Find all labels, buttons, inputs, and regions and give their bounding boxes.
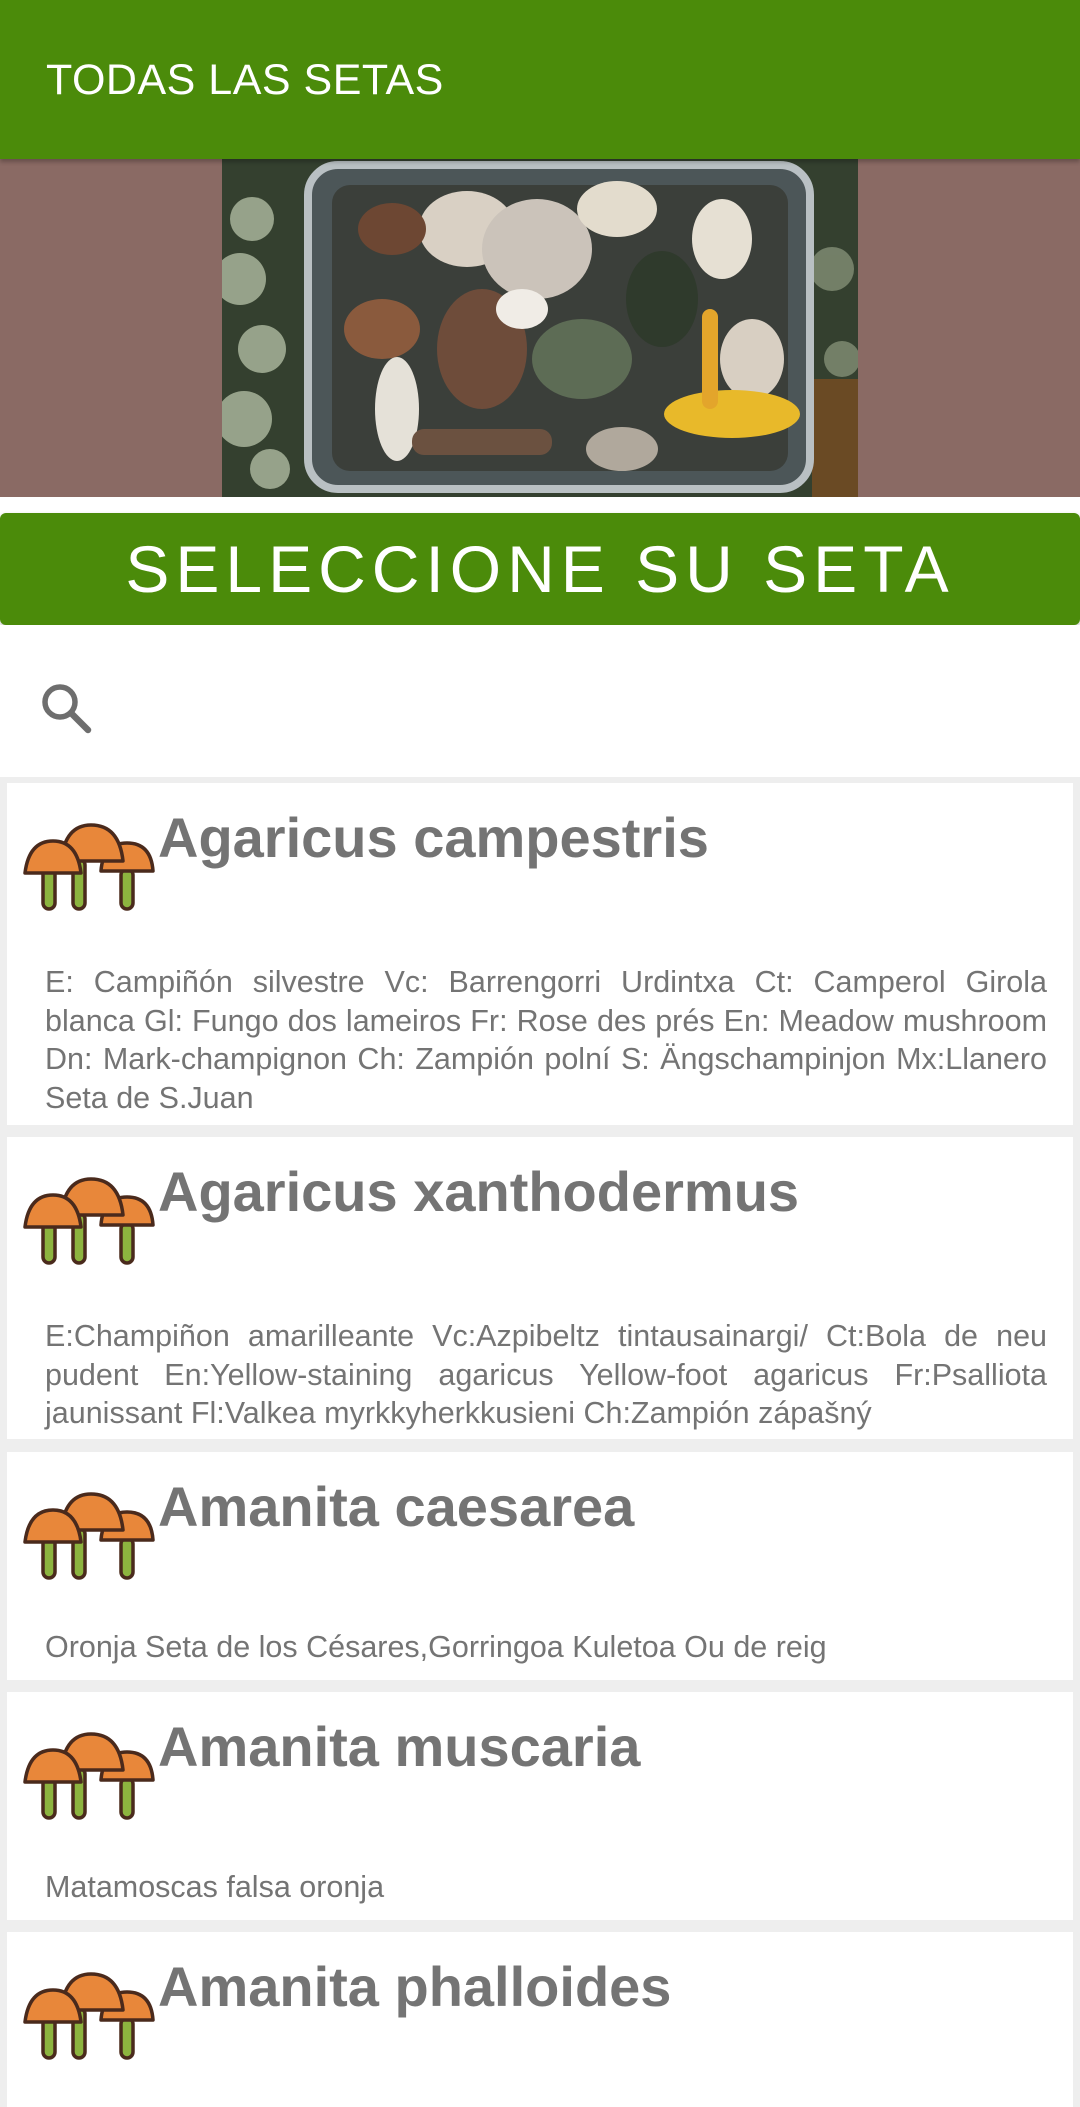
list-item[interactable]: Agaricus xanthodermus E:Champiñon amaril… bbox=[7, 1137, 1073, 1439]
mushroom-list[interactable]: Agaricus campestris E: Campiñón silvestr… bbox=[0, 777, 1080, 2107]
mushroom-name: Agaricus campestris bbox=[158, 806, 709, 869]
list-item[interactable]: Amanita caesarea Oronja Seta de los Césa… bbox=[7, 1452, 1073, 1680]
mushroom-common-names: E: Campiñón silvestre Vc: Barrengorri Ur… bbox=[45, 965, 1047, 1115]
mushroom-icon bbox=[23, 1732, 155, 1820]
mushroom-name: Agaricus xanthodermus bbox=[158, 1160, 800, 1223]
search-input[interactable] bbox=[120, 670, 1044, 742]
list-item[interactable]: Amanita phalloides bbox=[7, 1932, 1073, 2107]
app-toolbar: TODAS LAS SETAS bbox=[0, 0, 1080, 159]
mushroom-icon bbox=[23, 1492, 155, 1580]
search-icon[interactable] bbox=[38, 680, 94, 736]
select-mushroom-label: SELECCIONE SU SETA bbox=[125, 532, 955, 606]
mushrooms-photo bbox=[222, 159, 858, 497]
mushroom-common-names: E:Champiñon amarilleante Vc:Azpibeltz ti… bbox=[45, 1319, 1047, 1430]
mushroom-icon bbox=[23, 1177, 155, 1265]
mushroom-name: Amanita muscaria bbox=[158, 1715, 641, 1778]
list-item[interactable]: Agaricus campestris E: Campiñón silvestr… bbox=[7, 783, 1073, 1125]
mushroom-name: Amanita phalloides bbox=[158, 1955, 672, 2018]
mushroom-common-names: Oronja Seta de los Césares,Gorringoa Kul… bbox=[45, 1630, 827, 1664]
mushroom-icon bbox=[23, 1972, 155, 2060]
app-screen: TODAS LAS SETAS SELECCIONE SU SETA Agari… bbox=[0, 0, 1080, 2107]
mushroom-icon bbox=[23, 823, 155, 911]
toolbar-title: TODAS LAS SETAS bbox=[46, 56, 444, 104]
mushroom-common-names: Matamoscas falsa oronja bbox=[45, 1870, 385, 1904]
select-mushroom-banner: SELECCIONE SU SETA bbox=[0, 513, 1080, 625]
mushroom-name: Amanita caesarea bbox=[158, 1475, 635, 1538]
list-item[interactable]: Amanita muscaria Matamoscas falsa oronja bbox=[7, 1692, 1073, 1920]
hero-banner bbox=[0, 159, 1080, 497]
